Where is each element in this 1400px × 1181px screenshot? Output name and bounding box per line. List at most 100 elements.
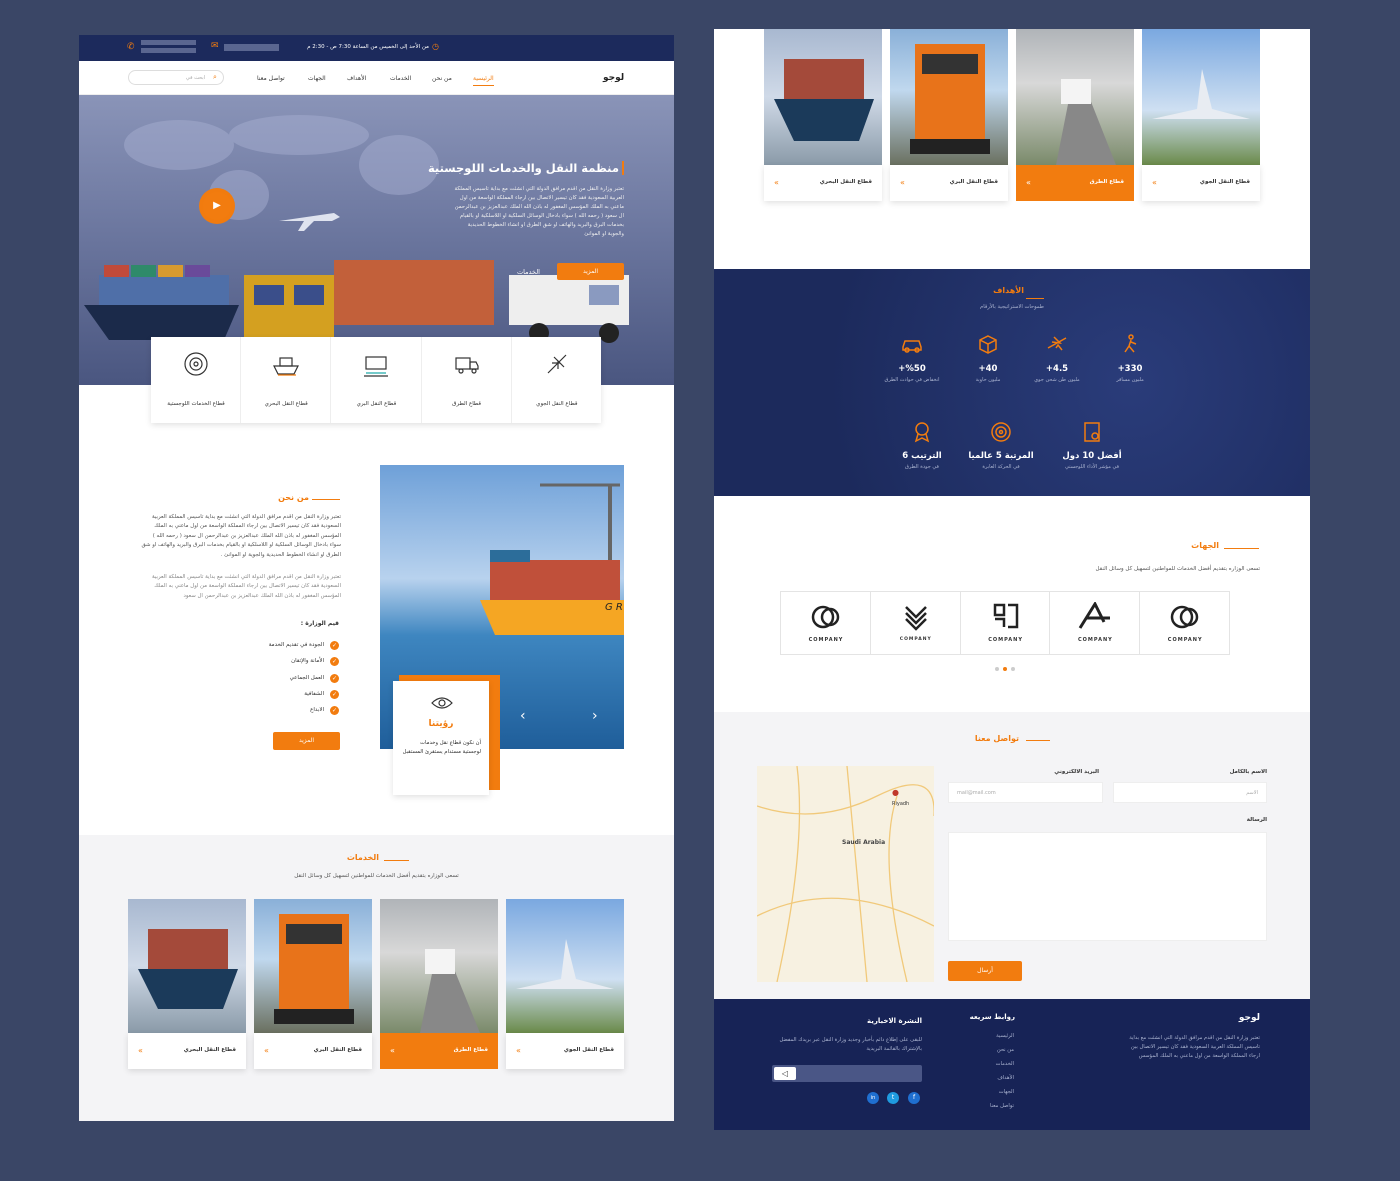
linkedin-icon[interactable]: in bbox=[867, 1092, 879, 1104]
plane-icon bbox=[544, 351, 570, 381]
message-textarea[interactable] bbox=[948, 832, 1267, 941]
footer-link[interactable]: تواصل معنا bbox=[964, 1103, 1014, 1109]
value-item: العمل الجماعي bbox=[289, 675, 324, 681]
partner-logo[interactable]: COMPANY bbox=[1140, 592, 1229, 654]
hero-services-link[interactable]: الخدمات bbox=[517, 268, 540, 276]
check-icon: ✓ bbox=[330, 706, 339, 715]
twitter-icon[interactable]: t bbox=[887, 1092, 899, 1104]
nav-goals[interactable]: الأهداف bbox=[347, 75, 366, 82]
footer-link[interactable]: من نحن bbox=[964, 1047, 1014, 1053]
search-input[interactable]: ⌕ ابحث في bbox=[128, 70, 224, 85]
footer-about: تعتبر وزارة النقل من اقدم مرافق الدولة ا… bbox=[1129, 1035, 1260, 1059]
newsletter-input[interactable]: ◁ bbox=[772, 1065, 922, 1082]
value-item: الأمانة والإتقان bbox=[291, 658, 324, 664]
send-button[interactable]: أرسال bbox=[948, 961, 1022, 981]
nav-home[interactable]: الرئيسية bbox=[473, 75, 494, 86]
service-card-roads[interactable]: « قطاع الطرق bbox=[1016, 29, 1134, 201]
nav-contact[interactable]: تواصل معنا bbox=[257, 75, 285, 82]
footer-link[interactable]: الخدمات bbox=[964, 1061, 1014, 1067]
services-title: الخدمات bbox=[346, 853, 379, 862]
partner-logo[interactable]: COMPANY bbox=[871, 592, 961, 654]
carousel-next-icon[interactable]: › bbox=[592, 708, 598, 724]
sector-air[interactable]: قطاع النقل الجوي bbox=[512, 337, 601, 423]
sector-maritime[interactable]: قطاع النقل البحري bbox=[241, 337, 332, 423]
chevron-left-icon: « bbox=[1026, 178, 1031, 187]
medal-icon bbox=[912, 422, 932, 447]
nav-services[interactable]: الخدمات bbox=[390, 75, 411, 82]
service-card-maritime[interactable]: « قطاع النقل البحري bbox=[128, 899, 246, 1069]
sector-land[interactable]: قطاع النقل البري bbox=[331, 337, 422, 423]
partner-logo[interactable]: COMPANY bbox=[961, 592, 1051, 654]
send-icon[interactable]: ◁ bbox=[774, 1067, 796, 1080]
service-card-land[interactable]: « قطاع النقل البري bbox=[890, 29, 1008, 201]
map[interactable]: ● Riyadh Saudi Arabia bbox=[757, 766, 934, 982]
chevron-left-icon: « bbox=[138, 1046, 143, 1055]
service-card-air[interactable]: « قطاع النقل الجوي bbox=[506, 899, 624, 1069]
sector-roads[interactable]: قطاع الطرق bbox=[422, 337, 512, 423]
carousel-dot[interactable] bbox=[995, 667, 999, 671]
walker-icon bbox=[1120, 334, 1140, 358]
chevron-left-icon: « bbox=[264, 1046, 269, 1055]
carousel-dot[interactable] bbox=[1011, 667, 1015, 671]
sector-logistics[interactable]: قطاع الخدمات اللوجستية bbox=[151, 337, 242, 423]
train-photo bbox=[890, 29, 1008, 165]
facebook-icon[interactable]: f bbox=[908, 1092, 920, 1104]
email-blurred bbox=[224, 44, 279, 51]
about-more-button[interactable]: المزيد bbox=[273, 732, 340, 750]
about-paragraph-2: تعتبر وزارة النقل من اقدم مرافق الدولة ا… bbox=[152, 574, 341, 599]
vision-card: رؤيتنا أن نكون قطاع نقل وخدمات لوجستية م… bbox=[393, 681, 489, 795]
vision-text: أن نكون قطاع نقل وخدمات لوجستية مستدام ي… bbox=[402, 740, 481, 755]
services-subtitle: تسعى الوزاره بتقديم أفضل الخدمات للمواطن… bbox=[294, 873, 459, 879]
footer-logo: لوجو bbox=[1238, 1013, 1260, 1023]
partners-subtitle: تسعى الوزاره بتقديم أفضل الخدمات للمواطن… bbox=[1095, 566, 1260, 572]
phone-number-blurred bbox=[141, 40, 196, 45]
hero-title: منظمة النقل والخدمات اللوجستية bbox=[427, 161, 619, 175]
plane-photo bbox=[1142, 29, 1260, 165]
report-icon bbox=[1082, 422, 1102, 447]
goals-section: الأهداف طموحات الاستراتيجية بالأرقام +33… bbox=[714, 269, 1310, 496]
road-photo bbox=[380, 899, 498, 1033]
carousel-prev-icon[interactable]: ‹ bbox=[520, 708, 526, 724]
nav-partners[interactable]: الجهات bbox=[308, 75, 326, 82]
goals-subtitle: طموحات الاستراتيجية بالأرقام bbox=[980, 304, 1044, 310]
chevron-left-icon: « bbox=[774, 178, 779, 187]
value-item: الجودة في تقديم الخدمة bbox=[268, 642, 324, 648]
goals-title: الأهداف bbox=[993, 286, 1024, 295]
train-icon bbox=[362, 353, 390, 381]
quick-links-title: روابط سريعه bbox=[969, 1013, 1015, 1021]
plane-photo bbox=[506, 899, 624, 1033]
airplane-image bbox=[279, 213, 340, 231]
contact-title: تواصل معنا bbox=[974, 734, 1019, 743]
truck-icon bbox=[454, 355, 480, 379]
top-bar: ✆ ✉ من الأحد إلى الخميس من الساعة 7:30 ص… bbox=[79, 35, 674, 61]
search-icon: ⌕ bbox=[213, 73, 217, 81]
footer-link[interactable]: الجهات bbox=[964, 1089, 1014, 1095]
service-card-maritime[interactable]: « قطاع النقل البحري bbox=[764, 29, 882, 201]
values-title: قيم الوزارة : bbox=[300, 620, 339, 627]
email-input[interactable]: mail@mail.com bbox=[948, 782, 1103, 803]
train-photo bbox=[254, 899, 372, 1033]
partner-logo[interactable]: COMPANY bbox=[1050, 592, 1141, 654]
service-card-air[interactable]: « قطاع النقل الجوي bbox=[1142, 29, 1260, 201]
footer-link[interactable]: الرئيسية bbox=[964, 1033, 1014, 1039]
goal-stat: +%50 انخفاض في حوادث الطرق bbox=[862, 334, 962, 383]
sector-cards: قطاع الخدمات اللوجستية قطاع النقل البحري… bbox=[151, 337, 601, 423]
road-photo bbox=[1016, 29, 1134, 165]
partner-logo[interactable]: COMPANY bbox=[781, 592, 871, 654]
homepage-bottom: « قطاع النقل البحري « قطاع النقل البري «… bbox=[714, 29, 1310, 1130]
play-video-button[interactable]: ▶ bbox=[199, 188, 235, 224]
partners-logos: COMPANY COMPANY COMPANY COMPANY COMPANY bbox=[780, 591, 1230, 655]
hero-more-button[interactable]: المزيد bbox=[557, 263, 624, 280]
carousel-dot-active[interactable] bbox=[1003, 667, 1007, 671]
footer: لوجو تعتبر وزارة النقل من اقدم مرافق الد… bbox=[714, 999, 1310, 1130]
footer-link[interactable]: الأهداف bbox=[964, 1075, 1014, 1081]
logo[interactable]: لوجو bbox=[603, 73, 624, 83]
check-icon: ✓ bbox=[330, 690, 339, 699]
map-pin-icon: ● bbox=[892, 788, 899, 797]
navbar: ⌕ ابحث في تواصل معنا الجهات الأهداف الخد… bbox=[79, 61, 674, 95]
newsletter-text: للبقى على إطلاع دائم بأخبار وجديد وزارة … bbox=[779, 1037, 923, 1052]
nav-about[interactable]: من نحن bbox=[432, 75, 452, 82]
service-card-roads[interactable]: « قطاع الطرق bbox=[380, 899, 498, 1069]
service-card-land[interactable]: « قطاع النقل البري bbox=[254, 899, 372, 1069]
name-input[interactable]: الاسم bbox=[1113, 782, 1267, 803]
